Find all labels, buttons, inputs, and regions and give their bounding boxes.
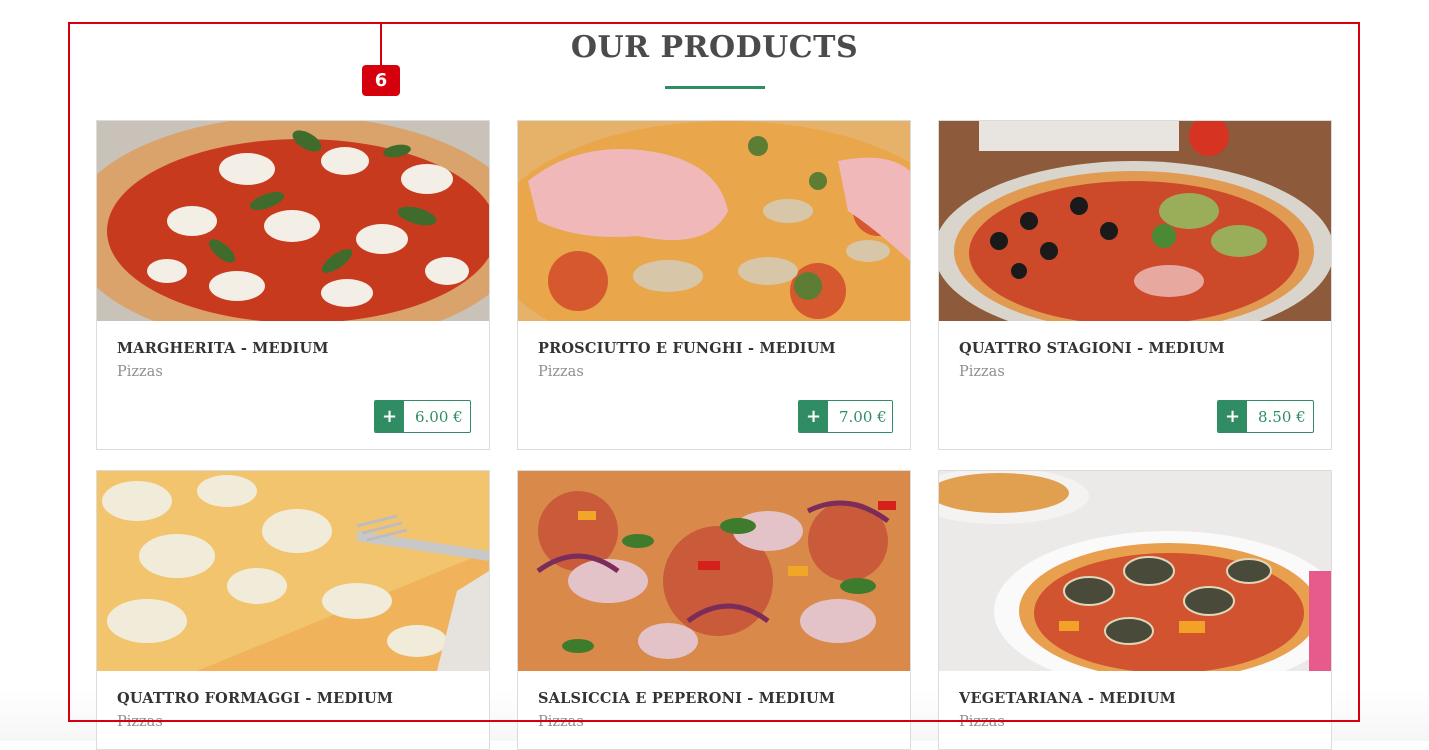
add-to-cart-group: + 6.00 € <box>374 400 471 433</box>
product-image-salsiccia-e-peperoni[interactable] <box>518 471 910 671</box>
product-card-vegetariana[interactable]: VEGETARIANA - MEDIUM Pizzas <box>938 470 1332 750</box>
product-card-prosciutto-e-funghi[interactable]: PROSCIUTTO E FUNGHI - MEDIUM Pizzas + 7.… <box>517 120 911 450</box>
product-category: Pizzas <box>959 714 1005 730</box>
product-price: 8.50 € <box>1247 401 1311 432</box>
product-category: Pizzas <box>959 364 1005 380</box>
add-to-cart-button[interactable]: + <box>1218 401 1247 432</box>
product-image-vegetariana[interactable] <box>939 471 1331 671</box>
product-price: 6.00 € <box>404 401 468 432</box>
add-to-cart-group: + 8.50 € <box>1217 400 1314 433</box>
product-name[interactable]: SALSICCIA E PEPERONI - MEDIUM <box>538 690 835 707</box>
annotation-badge: 6 <box>362 65 400 96</box>
section-title: OUR PRODUCTS <box>570 30 859 65</box>
product-image-prosciutto-e-funghi[interactable] <box>518 121 910 321</box>
product-name[interactable]: QUATTRO FORMAGGI - MEDIUM <box>117 690 393 707</box>
product-name[interactable]: VEGETARIANA - MEDIUM <box>959 690 1176 707</box>
product-price: 7.00 € <box>828 401 892 432</box>
product-category: Pizzas <box>538 364 584 380</box>
add-to-cart-group: + 7.00 € <box>798 400 893 433</box>
product-image-quattro-formaggi[interactable] <box>97 471 489 671</box>
product-image-quattro-stagioni[interactable] <box>939 121 1331 321</box>
product-name[interactable]: PROSCIUTTO E FUNGHI - MEDIUM <box>538 340 836 357</box>
title-underline <box>665 86 765 89</box>
product-name[interactable]: QUATTRO STAGIONI - MEDIUM <box>959 340 1225 357</box>
product-category: Pizzas <box>117 714 163 730</box>
add-to-cart-button[interactable]: + <box>799 401 828 432</box>
product-card-salsiccia-e-peperoni[interactable]: SALSICCIA E PEPERONI - MEDIUM Pizzas <box>517 470 911 750</box>
product-card-margherita[interactable]: MARGHERITA - MEDIUM Pizzas + 6.00 € <box>96 120 490 450</box>
product-category: Pizzas <box>117 364 163 380</box>
add-to-cart-button[interactable]: + <box>375 401 404 432</box>
product-card-quattro-stagioni[interactable]: QUATTRO STAGIONI - MEDIUM Pizzas + 8.50 … <box>938 120 1332 450</box>
highlight-connector <box>380 22 382 66</box>
product-card-quattro-formaggi[interactable]: QUATTRO FORMAGGI - MEDIUM Pizzas <box>96 470 490 750</box>
product-image-margherita[interactable] <box>97 121 489 321</box>
product-category: Pizzas <box>538 714 584 730</box>
product-name[interactable]: MARGHERITA - MEDIUM <box>117 340 329 357</box>
